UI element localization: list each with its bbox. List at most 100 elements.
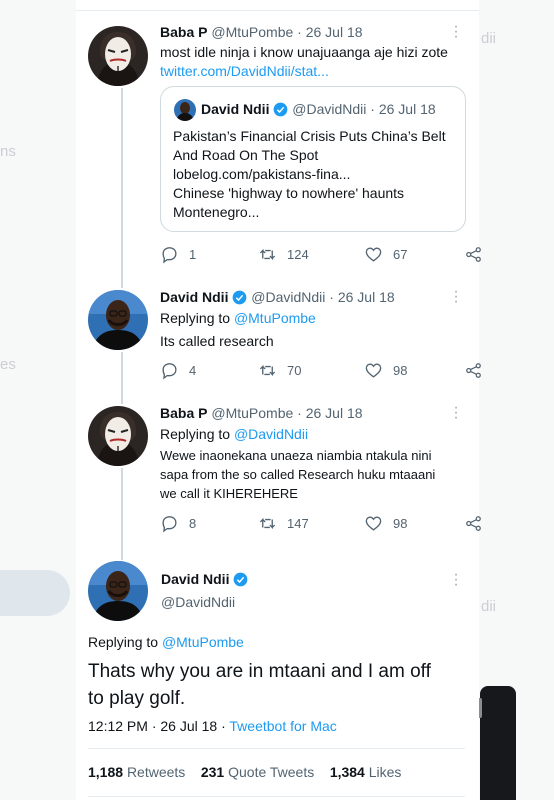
reply-count: 4: [189, 363, 197, 378]
avatar-david-ndii[interactable]: [88, 561, 148, 621]
person-avatar-image: [88, 561, 148, 621]
retweet-button[interactable]: 70: [258, 361, 336, 380]
quotes-stat[interactable]: 231 Quote Tweets: [201, 764, 314, 780]
author-handle[interactable]: @MtuPombe: [211, 24, 293, 40]
replying-to-prefix: Replying to: [160, 310, 231, 326]
share-button[interactable]: [464, 361, 493, 380]
tweet-source[interactable]: Tweetbot for Mac: [229, 718, 336, 734]
like-button[interactable]: 67: [364, 245, 436, 264]
tweet-date[interactable]: · 26 Jul 18: [297, 405, 362, 421]
thread-connector: [121, 468, 123, 560]
author-name[interactable]: David Ndii: [161, 571, 229, 587]
replying-to-handle[interactable]: @DavidNdii: [234, 426, 308, 442]
author-handle[interactable]: @MtuPombe: [211, 405, 293, 421]
author-name[interactable]: Baba P: [160, 24, 207, 40]
likes-count: 1,384: [329, 764, 365, 780]
main-tweet-line: to play golf.: [88, 688, 186, 709]
retweet-icon: [259, 248, 276, 261]
tweet-link[interactable]: twitter.com/DavidNdii/stat...: [160, 61, 329, 81]
avatar-david-ndii-small: [174, 99, 196, 121]
reply-button[interactable]: 4: [160, 361, 230, 380]
person-avatar-image: [88, 290, 148, 350]
tweet-timestamp[interactable]: 12:12 PM · 26 Jul 18 ·: [88, 718, 226, 734]
tweet-metadata: 12:12 PM · 26 Jul 18 · Tweetbot for Mac: [88, 716, 337, 736]
retweets-stat[interactable]: 1,188 Retweets: [88, 764, 185, 780]
quoted-tweet-header: David Ndii @DavidNdii · 26 Jul 18: [201, 101, 436, 117]
author-handle[interactable]: @DavidNdii: [251, 289, 325, 305]
retweet-icon: [259, 364, 276, 377]
background-fragment: dii: [481, 598, 497, 615]
share-button[interactable]: [464, 514, 493, 533]
quoted-tweet-line: lobelog.com/pakistans-fina...: [173, 166, 351, 182]
background-fragment: es: [0, 356, 16, 373]
quotes-count: 231: [200, 764, 225, 780]
likes-stat[interactable]: 1,384 Likes: [330, 764, 402, 780]
replying-to-handle[interactable]: @MtuPombe: [162, 634, 244, 650]
tweet-date[interactable]: · 26 Jul 18: [329, 289, 394, 305]
quoted-author-handle: @DavidNdii: [292, 101, 367, 117]
quoted-tweet-date: · 26 Jul 18: [370, 101, 436, 117]
quotes-label: Quote Tweets: [228, 764, 315, 780]
main-tweet-text: Thats why you are in mtaani and I am off…: [88, 658, 468, 712]
main-tweet-header: David Ndii: [161, 571, 248, 587]
retweet-button[interactable]: 147: [258, 514, 336, 533]
replying-to: Replying to @MtuPombe: [88, 632, 244, 652]
thread-connector: [121, 88, 123, 288]
like-button[interactable]: 98: [364, 361, 436, 380]
replying-to-handle[interactable]: @MtuPombe: [234, 310, 316, 326]
tweet-header: Baba P @MtuPombe · 26 Jul 18: [160, 405, 363, 421]
like-icon: [365, 247, 382, 262]
background-left: [0, 0, 76, 800]
replying-to-prefix: Replying to: [160, 426, 231, 442]
thread-connector: [121, 352, 123, 404]
tweet-text: most idle ninja i know unajuaanga aje hi…: [160, 44, 448, 60]
tweet-text-line: Wewe inaonekana unaeza niambia ntakula n…: [160, 448, 432, 463]
like-icon: [365, 516, 382, 531]
retweets-count: 1,188: [88, 764, 124, 780]
background-button: [0, 570, 70, 616]
share-button[interactable]: [464, 245, 493, 264]
replying-to: Replying to @DavidNdii: [160, 424, 308, 444]
more-icon[interactable]: · · ·: [451, 19, 461, 45]
main-tweet-line: Thats why you are in mtaani and I am off: [88, 661, 431, 682]
author-handle[interactable]: @DavidNdii: [161, 594, 235, 610]
verified-icon: [232, 290, 247, 305]
like-count: 98: [393, 516, 408, 531]
retweet-count: 124: [287, 247, 309, 262]
quoted-tweet-line: Montenegro...: [173, 204, 260, 220]
likes-label: Likes: [368, 764, 402, 780]
tweet-actions: 8 147 98: [160, 514, 521, 533]
divider: [88, 796, 465, 797]
tweet-date[interactable]: · 26 Jul 18: [297, 24, 362, 40]
reply-icon: [162, 516, 177, 533]
reply-button[interactable]: 8: [160, 514, 230, 533]
replying-to: Replying to @MtuPombe: [160, 308, 316, 328]
reply-count: 8: [189, 516, 197, 531]
more-icon[interactable]: · · ·: [451, 284, 461, 310]
more-icon[interactable]: · · ·: [451, 400, 461, 426]
avatar-david-ndii[interactable]: [88, 290, 148, 350]
divider: [88, 748, 465, 749]
tweet-text-line: we call it KIHEREHERE: [160, 486, 298, 501]
background-fragment: dii: [481, 30, 497, 47]
reply-icon: [162, 247, 177, 264]
mask-avatar-image: [88, 26, 148, 86]
tweet-text-line: sapa from the so called Research huku mt…: [160, 467, 436, 482]
avatar-baba-p[interactable]: [88, 406, 148, 466]
retweet-icon: [259, 517, 276, 530]
like-count: 98: [393, 363, 408, 378]
retweet-button[interactable]: 124: [258, 245, 336, 264]
more-icon[interactable]: · · ·: [451, 567, 461, 593]
share-icon: [466, 363, 481, 378]
engagement-stats: 1,188 Retweets 231 Quote Tweets 1,384 Li…: [88, 764, 401, 780]
like-button[interactable]: 98: [364, 514, 436, 533]
divider: [76, 10, 479, 11]
replying-to-prefix: Replying to: [88, 634, 159, 650]
person-avatar-image: [174, 99, 196, 121]
like-count: 67: [393, 247, 408, 262]
author-name[interactable]: Baba P: [160, 405, 207, 421]
avatar-baba-p[interactable]: [88, 26, 148, 86]
author-name[interactable]: David Ndii: [160, 289, 228, 305]
reply-button[interactable]: 1: [160, 245, 230, 264]
quoted-tweet-line: And Road On The Spot: [173, 147, 319, 163]
